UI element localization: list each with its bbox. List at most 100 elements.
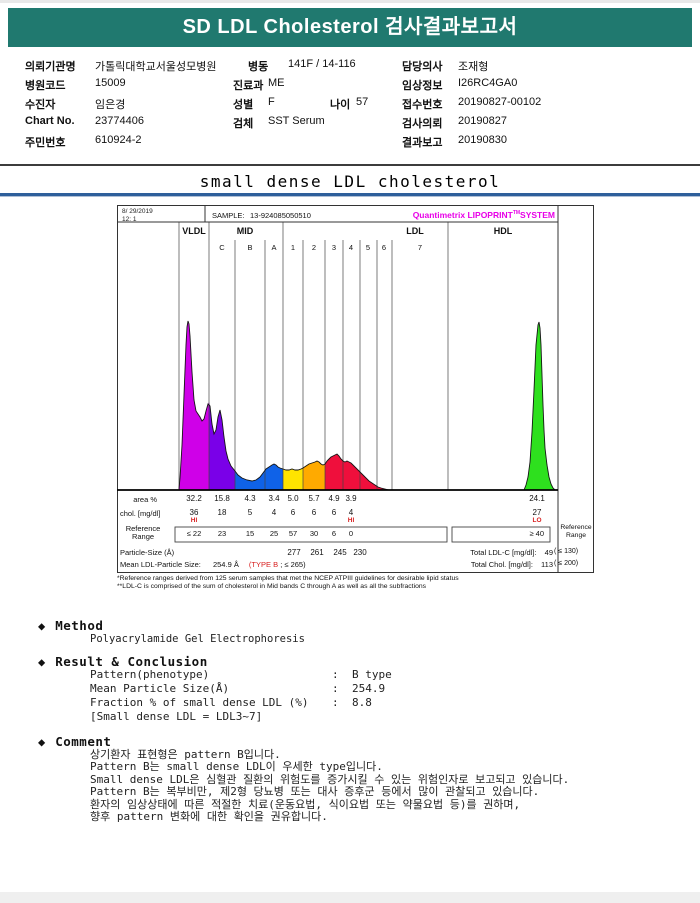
mean-size-value: 254.9 Å [212, 560, 239, 569]
mean-size-type: (TYPE B [248, 560, 279, 569]
result-row: Fraction % of small dense LDL (%) : 8.8 [0, 696, 700, 710]
particle-size-value: 230 [353, 548, 367, 557]
lane-sub-label: 3 [331, 243, 337, 252]
sample-value: 13-924085050510 [250, 211, 311, 220]
patient-row: 주민번호 610924-2 결과보고 20190830 [0, 134, 700, 150]
result-note: [Small dense LDL = LDL3~7] [90, 710, 263, 723]
area-value: 24.1 [529, 494, 545, 503]
result-value: 254.9 [352, 682, 386, 695]
brand-prefix: Quantimetrix LIPOPRINT [412, 210, 513, 220]
patient-row: 병원코드 15009 진료과 ME 임상정보 I26RC4GA0 [0, 77, 700, 93]
footnote: **LDL-C is comprised of the sum of chole… [117, 583, 427, 590]
section-divider [0, 164, 700, 166]
brand-suffix: SYSTEM [520, 210, 555, 220]
patient-row: 의뢰기관명 가톨릭대학교서울성모병원 병동 141F / 14-116 담당의사… [0, 58, 700, 74]
field-value: 가톨릭대학교서울성모병원 [95, 61, 217, 73]
total-ldl-ref: ( ≤ 130) [554, 548, 579, 555]
result-title: Result & Conclusion [55, 654, 208, 669]
scan-date: 8/ 29/2019 [122, 208, 153, 215]
lane-sub-label: 4 [348, 243, 354, 252]
lane-sub-label: 5 [365, 243, 371, 252]
result-label: Fraction % of small dense LDL (%) [90, 696, 309, 709]
ref-value: 57 [288, 529, 298, 538]
report-header-bar: SD LDL Cholesterol 검사결과보고서 [8, 8, 692, 47]
field-label: 검체 [233, 118, 254, 130]
method-title: Method [55, 618, 104, 633]
chol-value: 27 [532, 508, 542, 517]
total-ldl-value: 49 [544, 548, 553, 557]
result-row: Pattern(phenotype) : B type [0, 668, 700, 682]
result-row: Mean Particle Size(Å) : 254.9 [0, 682, 700, 696]
ref-value: ≤ 22 [186, 529, 202, 538]
psize-row-label: Particle-Size (Å) [120, 548, 175, 557]
field-label: 나이 [330, 99, 351, 111]
field-value: SST Serum [268, 115, 325, 127]
field-value: I26RC4GA0 [458, 77, 518, 89]
field-label: 병원코드 [25, 80, 66, 92]
area-value: 5.7 [308, 494, 320, 503]
field-value: 141F / 14-116 [288, 58, 356, 70]
result-colon: : [332, 696, 339, 709]
scan-time: 12: 1 [122, 216, 137, 223]
chol-value: 6 [331, 508, 337, 517]
field-label: 병동 [248, 61, 269, 73]
field-value: 23774406 [95, 115, 144, 127]
diamond-bullet-icon: ◆ [38, 619, 46, 633]
field-label: 성별 [233, 99, 254, 111]
section-title: small dense LDL cholesterol [199, 172, 501, 191]
ref-value: 23 [217, 529, 227, 538]
total-ldl-row: Total LDL-C [mg/dl]: 49 [447, 548, 553, 557]
ref-value: 30 [309, 529, 319, 538]
field-label: 진료과 [233, 80, 264, 92]
lane-group-vldl: VLDL [182, 226, 206, 236]
lane-sub-label: B [247, 243, 253, 252]
diamond-bullet-icon: ◆ [38, 735, 46, 749]
field-value: ME [268, 77, 285, 89]
ref-value: 6 [331, 529, 337, 538]
report-page: SD LDL Cholesterol 검사결과보고서 의뢰기관명 가톨릭대학교서… [0, 0, 700, 903]
ref-row-label-right: Reference [560, 524, 592, 531]
chol-value: 6 [311, 508, 317, 517]
bottom-strip [0, 892, 700, 903]
particle-size-value: 245 [333, 548, 347, 557]
total-chol-row: Total Chol. [mg/dl]: 113 [447, 560, 553, 569]
field-label: 결과보고 [402, 137, 443, 149]
patient-row: Chart No. 23774406 검체 SST Serum 검사의뢰 201… [0, 115, 700, 131]
field-value: 57 [356, 96, 369, 108]
field-value: 조재형 [458, 61, 489, 73]
chol-value: 6 [290, 508, 296, 517]
chol-value: 18 [217, 508, 227, 517]
particle-size-value: 261 [310, 548, 324, 557]
lipoprint-chart: 8/ 29/2019 12: 1 SAMPLE: 13-924085050510… [117, 205, 594, 590]
top-strip [0, 0, 700, 3]
ref-value: 25 [269, 529, 279, 538]
brand-tm: TM [512, 210, 521, 217]
field-label: 임상정보 [402, 80, 443, 92]
chol-value: 36 [189, 508, 199, 517]
chol-value: 4 [271, 508, 277, 517]
lane-group-mid: MID [236, 226, 254, 236]
particle-size-value: 277 [287, 548, 301, 557]
ref-value: 0 [348, 529, 354, 538]
area-value: 3.9 [345, 494, 357, 503]
field-value: 610924-2 [95, 134, 142, 146]
blue-divider [0, 193, 700, 197]
method-header: ◆ Method [38, 615, 103, 634]
brand-logo: Quantimetrix LIPOPRINTTMSYSTEM [413, 210, 555, 220]
chol-value: 5 [247, 508, 253, 517]
footnote: *Reference ranges derived from 125 serum… [117, 575, 459, 582]
result-label: Pattern(phenotype) [90, 668, 210, 681]
method-body: Polyacrylamide Gel Electrophoresis [90, 633, 305, 645]
lane-sub-label: 2 [311, 243, 317, 252]
field-label: 담당의사 [402, 61, 443, 73]
result-colon: : [332, 668, 339, 681]
area-value: 5.0 [287, 494, 299, 503]
total-ldl-label: Total LDL-C [mg/dl]: [470, 548, 537, 557]
result-value: B type [352, 668, 392, 681]
field-label: 주민번호 [25, 137, 66, 149]
lane-group-hdl: HDL [493, 226, 513, 236]
field-value: 20190827 [458, 115, 507, 127]
lane-sub-label: 7 [417, 243, 423, 252]
total-chol-value: 113 [541, 560, 553, 569]
ref-row-label-right: Range [565, 532, 587, 539]
